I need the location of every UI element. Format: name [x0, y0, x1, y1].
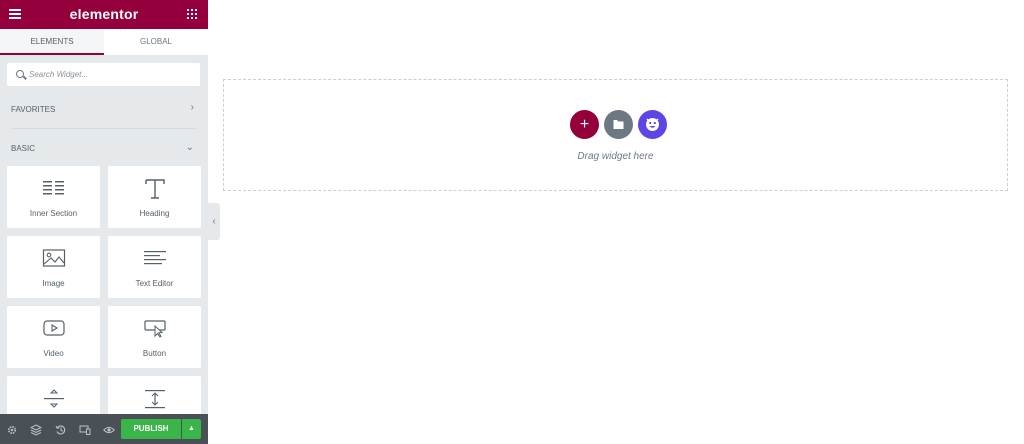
image-icon [7, 248, 100, 268]
navigator-layers-icon[interactable] [29, 423, 43, 436]
emoji-widget-button[interactable] [638, 110, 667, 139]
publish-button[interactable]: PUBLISH [121, 419, 181, 439]
search-box [7, 63, 200, 86]
brand-logo: elementor [69, 6, 139, 22]
editor-panel: elementor ELEMENTS GLOBAL FAVORITES › BA… [0, 0, 208, 444]
button-icon [108, 318, 201, 338]
widget-video[interactable]: Video [7, 306, 100, 368]
widget-image[interactable]: Image [7, 236, 100, 298]
panel-footer: PUBLISH ▲ [0, 414, 208, 444]
emoji-face-icon [646, 118, 659, 131]
settings-icon[interactable] [6, 423, 18, 435]
divider-icon [7, 388, 100, 408]
basic-section-header[interactable]: BASIC ⌄ [0, 138, 208, 158]
panel-header: elementor [0, 0, 208, 29]
spacer-icon [108, 388, 201, 409]
drag-widget-hint: Drag widget here [577, 151, 654, 162]
widget-label: Video [43, 349, 64, 358]
widget-label: Image [42, 279, 65, 288]
widget-text-editor[interactable]: Text Editor [108, 236, 201, 298]
inner-section-icon [7, 178, 100, 198]
preview-eye-icon[interactable] [103, 423, 115, 435]
chevron-down-icon: ⌄ [185, 142, 194, 153]
heading-icon [108, 178, 201, 199]
tab-elements[interactable]: ELEMENTS [0, 29, 104, 55]
widget-label: Inner Section [29, 209, 78, 218]
favorites-label: FAVORITES [11, 105, 56, 114]
empty-section-dropzone[interactable]: + Drag widget here [223, 79, 1008, 191]
apps-grid-icon[interactable] [187, 9, 197, 19]
folder-icon [613, 120, 624, 129]
publish-options-caret-icon[interactable]: ▲ [182, 419, 201, 439]
section-divider [11, 128, 197, 129]
history-icon[interactable] [55, 423, 67, 435]
widget-label: Text Editor [135, 279, 174, 288]
favorites-section-header[interactable]: FAVORITES › [0, 99, 208, 119]
plus-icon: + [579, 116, 590, 133]
text-editor-icon [108, 248, 201, 268]
add-template-button[interactable] [604, 110, 633, 139]
widget-button[interactable]: Button [108, 306, 201, 368]
add-section-button[interactable]: + [570, 110, 599, 139]
basic-label: BASIC [11, 144, 36, 153]
collapse-panel-toggle[interactable]: ‹ [208, 203, 220, 240]
tab-global[interactable]: GLOBAL [104, 29, 208, 55]
widget-inner-section[interactable]: Inner Section [7, 166, 100, 228]
search-icon [16, 70, 24, 78]
widget-heading[interactable]: Heading [108, 166, 201, 228]
panel-tabs: ELEMENTS GLOBAL [0, 29, 208, 55]
widget-label: Button [142, 349, 167, 358]
responsive-mode-icon[interactable] [79, 423, 91, 435]
chevron-left-icon: ‹ [212, 216, 216, 227]
video-icon [7, 318, 100, 338]
chevron-right-icon: › [190, 102, 194, 113]
search-input[interactable] [29, 63, 194, 86]
widget-label: Heading [139, 209, 170, 218]
